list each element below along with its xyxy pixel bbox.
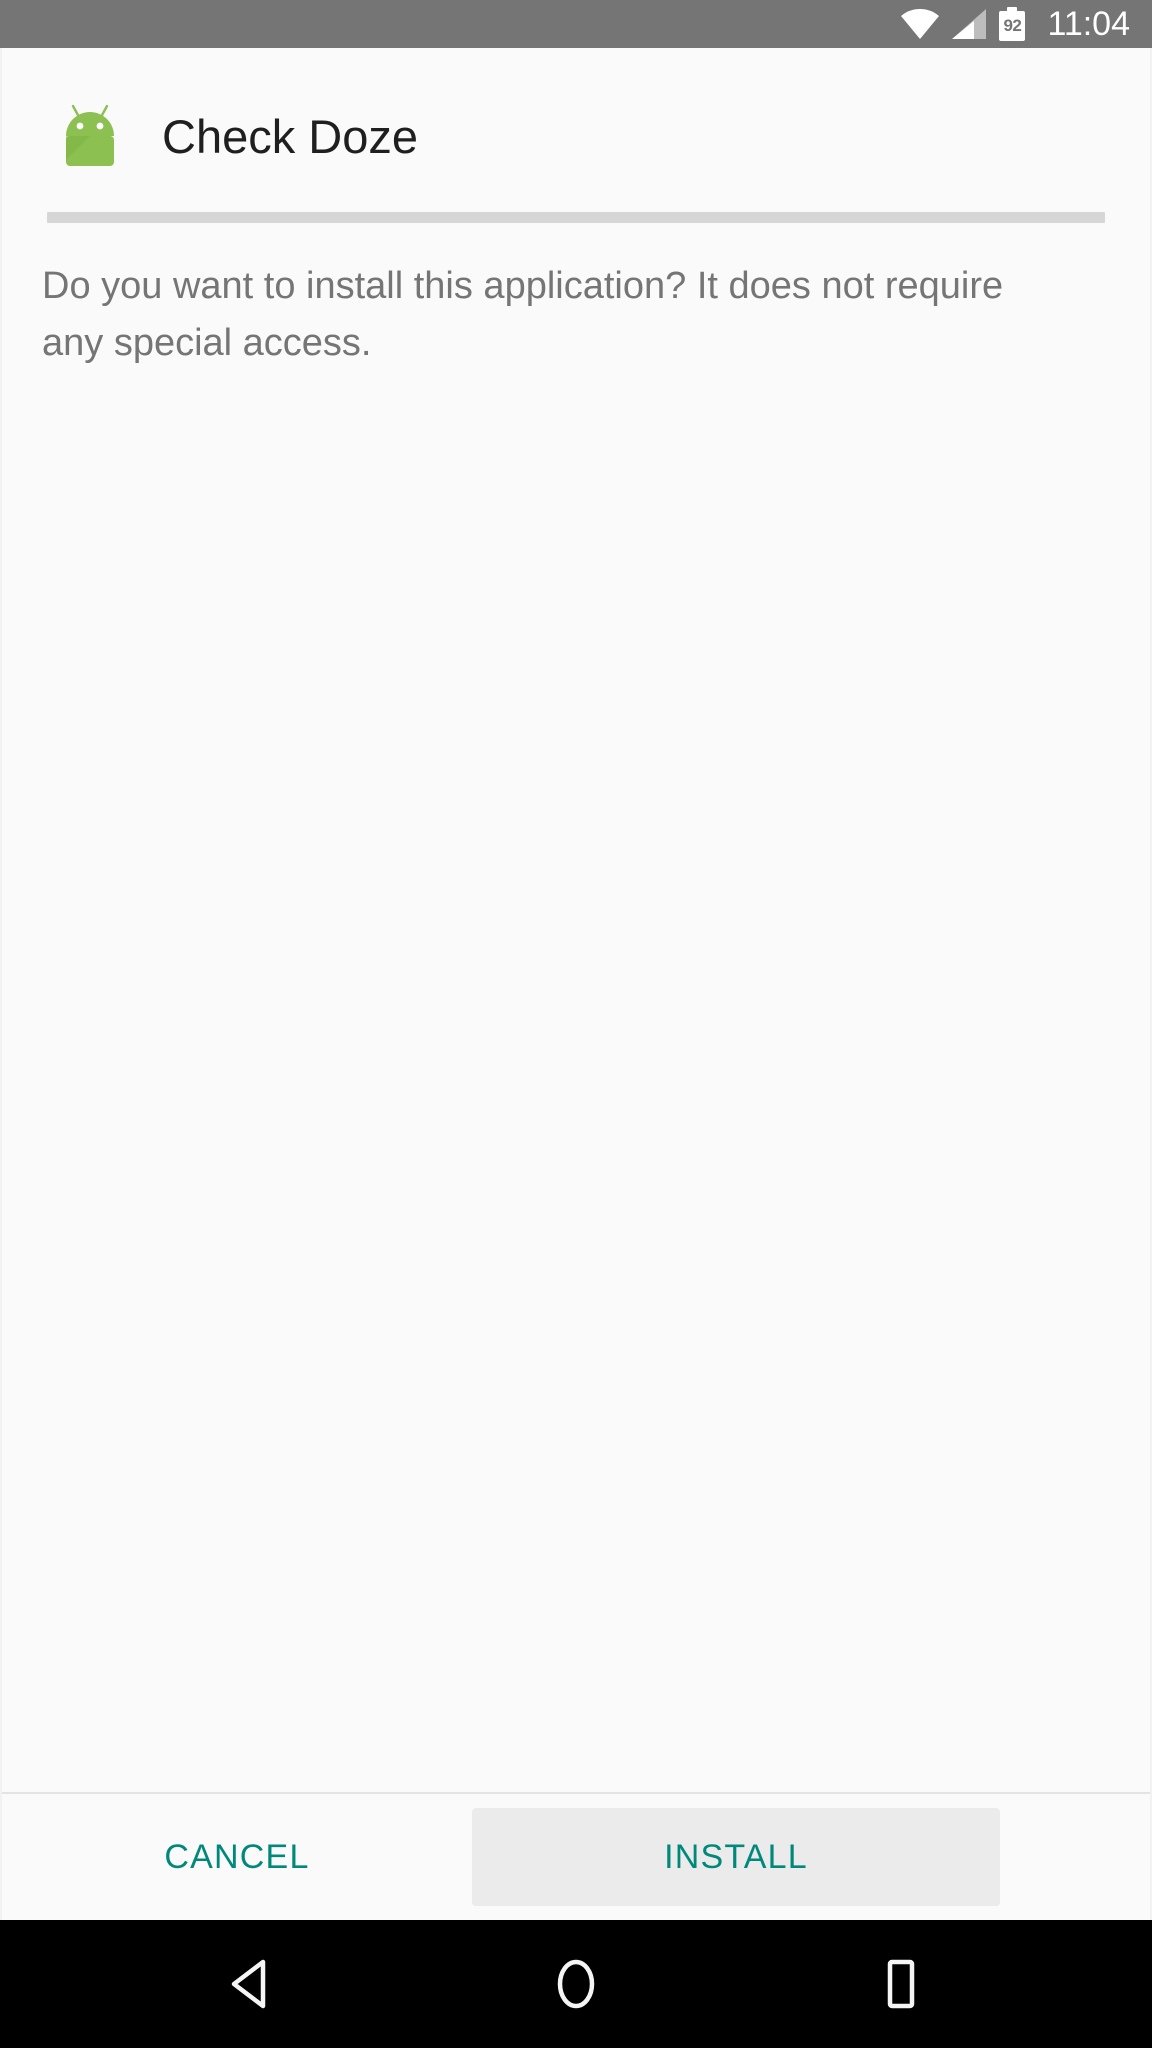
cellular-signal-icon [952,9,987,39]
nav-recents-button[interactable] [840,1920,960,2048]
wifi-icon [901,9,940,39]
title-divider [47,212,1105,223]
install-button[interactable]: INSTALL [472,1808,1000,1906]
status-bar-clock: 11:04 [1047,5,1130,43]
dialog-description: Do you want to install this application?… [42,265,1004,364]
status-bar: 92 11:04 [0,0,1152,48]
android-robot-icon [66,104,114,166]
cancel-button[interactable]: CANCEL [2,1793,472,1921]
dialog-button-bar: CANCEL INSTALL [2,1792,1150,1920]
navigation-bar [0,1920,1152,2048]
install-button-container: INSTALL [472,1808,1150,1906]
dialog-body: Check Doze Do you want to install this a… [2,48,1150,1792]
battery-level-text: 92 [1003,16,1022,35]
install-dialog: Check Doze Do you want to install this a… [0,48,1152,1920]
nav-back-button[interactable] [192,1920,312,2048]
battery-icon: 92 [999,7,1026,41]
back-triangle-icon [231,1959,266,2009]
page-title: Check Doze [162,110,418,163]
status-bar-icons: 92 11:04 [901,7,1130,41]
home-circle-icon [557,1959,595,2009]
nav-home-button[interactable] [516,1920,636,2048]
recents-square-icon [887,1959,915,2009]
dialog-header: Check Doze [2,48,1150,172]
